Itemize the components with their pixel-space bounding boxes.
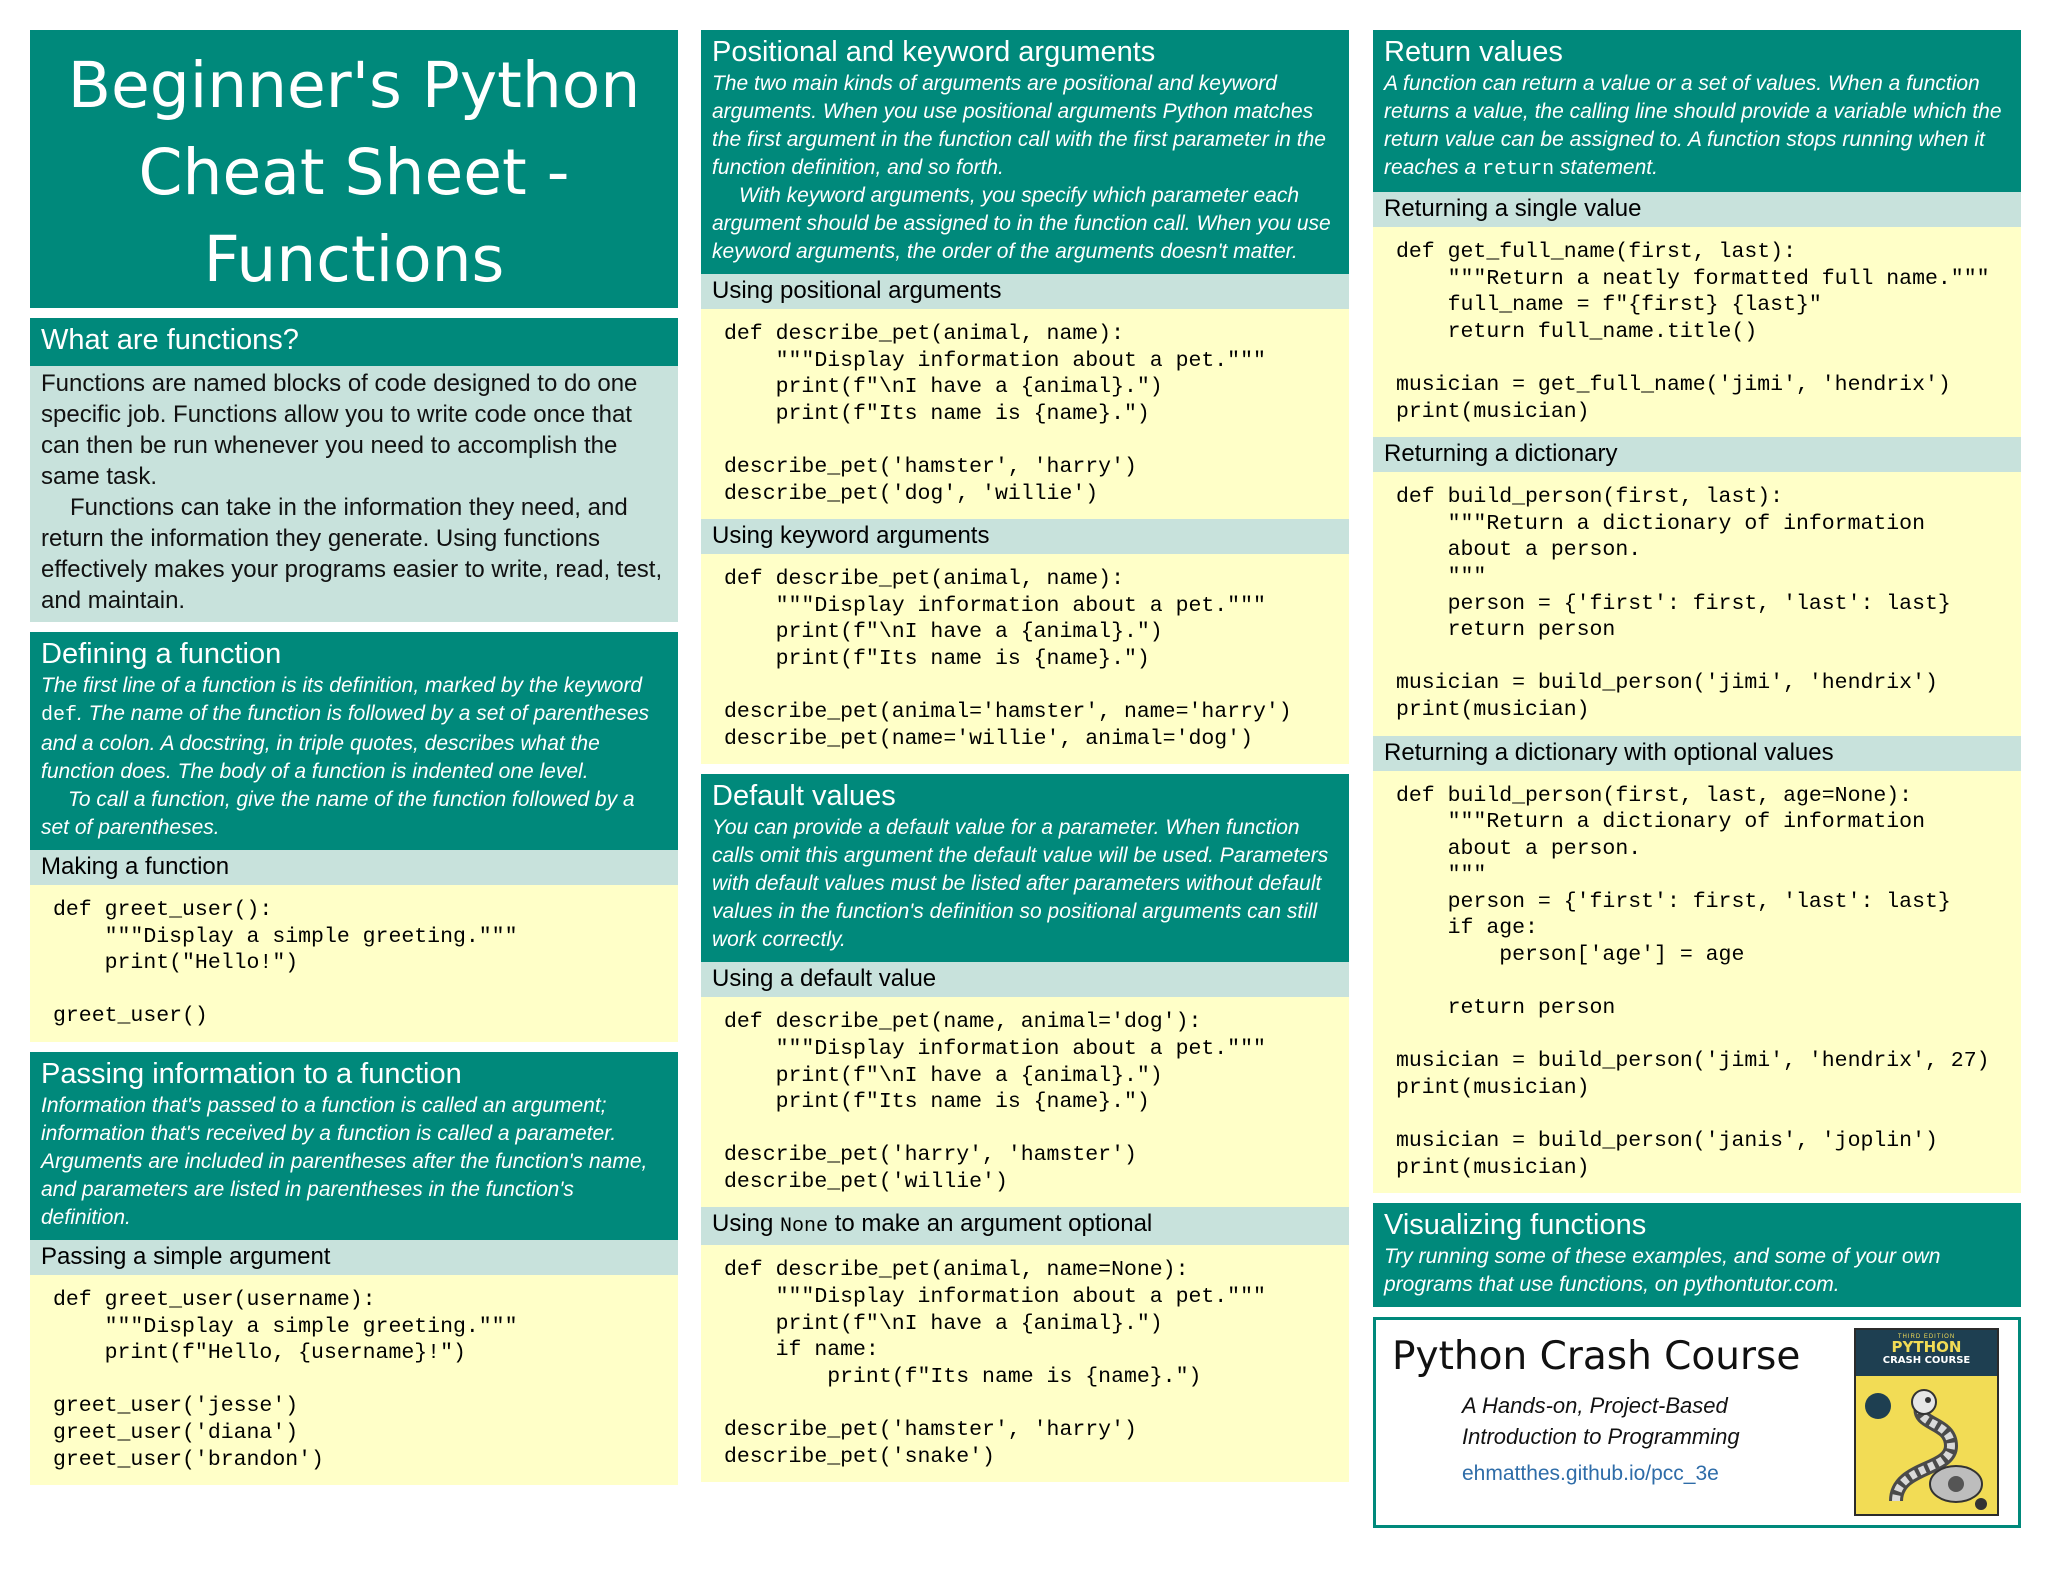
subsection-title: Making a function (30, 850, 678, 885)
code-block: def describe_pet(animal, name): """Displ… (701, 554, 1349, 765)
book-subtitle: A Hands-on, Project-Based Introduction t… (1462, 1390, 1740, 1452)
book-cover-subtitle: CRASH COURSE (1882, 1355, 1971, 1367)
subsection-title: Returning a single value (1373, 192, 2021, 227)
intro-paragraph: To call a function, give the name of the… (41, 788, 635, 839)
section-header: Positional and keyword arguments The two… (701, 30, 1349, 274)
section-return-values: Return values A function can return a va… (1373, 30, 2021, 1194)
book-title: Python Crash Course (1392, 1334, 1801, 1380)
section-default-values: Default values You can provide a default… (701, 774, 1349, 1483)
intro-paragraph: With keyword arguments, you specify whic… (712, 184, 1331, 263)
code-block: def build_person(first, last, age=None):… (1373, 770, 2021, 1194)
section-title: Defining a function (41, 638, 282, 670)
section-header: What are functions? (30, 318, 678, 366)
code-block: def greet_user(username): """Display a s… (30, 1274, 678, 1486)
subsection-title: Returning a dictionary with optional val… (1373, 735, 2021, 771)
section-header: Visualizing functions Try running some o… (1373, 1203, 2021, 1308)
intro-paragraph: You can provide a default value for a pa… (712, 816, 1329, 952)
code-block: def describe_pet(name, animal='dog'): ""… (701, 997, 1349, 1208)
robot-snake-illustration-icon (1856, 1376, 1997, 1515)
code-block: def build_person(first, last): """Return… (1373, 472, 2021, 736)
intro-paragraph: Try running some of these examples, and … (1384, 1245, 1941, 1297)
intro-paragraph: A function can return a value or a set o… (1384, 70, 2011, 184)
book-subtitle-line: Introduction to Programming (1462, 1424, 1740, 1450)
section-positional-keyword: Positional and keyword arguments The two… (701, 30, 1349, 765)
section-title: What are functions? (41, 324, 299, 356)
section-passing-information: Passing information to a function Inform… (30, 1051, 678, 1486)
paragraph: Functions can take in the information th… (41, 494, 663, 614)
code-block: def get_full_name(first, last): """Retur… (1373, 227, 2021, 438)
book-link[interactable]: ehmatthes.github.io/pcc_3e (1462, 1462, 1719, 1486)
page-title-line: Functions (203, 223, 505, 296)
code-block: def describe_pet(animal, name): """Displ… (701, 309, 1349, 520)
section-title: Return values (1384, 36, 1563, 68)
paragraph: Functions are named blocks of code desig… (41, 370, 638, 490)
subsection-text: Using (712, 1210, 781, 1238)
inline-code: return (1482, 158, 1555, 181)
book-cover-header: THIRD EDITION PYTHON CRASH COURSE (1856, 1330, 1997, 1377)
inline-code: None (780, 1215, 829, 1239)
intro-text: The first line of a function is its defi… (41, 674, 643, 697)
section-title: Positional and keyword arguments (712, 36, 1156, 68)
section-header: Return values A function can return a va… (1373, 30, 2021, 192)
section-body: Functions are named blocks of code desig… (30, 366, 678, 622)
intro-paragraph: The two main kinds of arguments are posi… (712, 72, 1326, 179)
column-left: Beginner's Python Cheat Sheet - Function… (30, 30, 678, 1495)
section-header: Default values You can provide a default… (701, 774, 1349, 963)
section-visualizing-functions: Visualizing functions Try running some o… (1373, 1203, 2021, 1308)
column-middle: Positional and keyword arguments The two… (701, 30, 1349, 1492)
section-title: Passing information to a function (41, 1057, 462, 1090)
section-header: Passing information to a function Inform… (30, 1051, 678, 1240)
book-cover-title: PYTHON (1891, 1338, 1962, 1357)
intro-text: . The name of the function is followed b… (41, 702, 650, 783)
column-right: Return values A function can return a va… (1373, 30, 2021, 1529)
page-title-line: Beginner's Python (67, 49, 641, 122)
subsection-title: Using None to make an argument optional (701, 1207, 1349, 1246)
code-block: def describe_pet(animal, name=None): """… (701, 1245, 1349, 1483)
subsection-text: to make an argument optional (828, 1210, 1153, 1238)
subsection-title: Returning a dictionary (1373, 437, 2021, 473)
intro-paragraph: The first line of a function is its defi… (41, 672, 668, 786)
intro-text: A function can return a value or a set o… (1384, 72, 2002, 179)
book-cover-image: THIRD EDITION PYTHON CRASH COURSE (1854, 1328, 1999, 1517)
intro-text: statement. (1554, 156, 1658, 179)
subsection-title: Using keyword arguments (701, 519, 1349, 555)
subsection-title: Using positional arguments (701, 274, 1349, 309)
inline-code: def (41, 704, 78, 727)
subsection-title: Using a default value (701, 962, 1349, 998)
section-header: Defining a function The first line of a … (30, 632, 678, 850)
code-block: def greet_user(): """Display a simple gr… (30, 885, 678, 1042)
section-defining-a-function: Defining a function The first line of a … (30, 632, 678, 1042)
page-title-line: Cheat Sheet - (138, 136, 570, 209)
intro-paragraph: Information that's passed to a function … (41, 1093, 648, 1229)
section-title: Visualizing functions (1384, 1209, 1647, 1242)
book-subtitle-line: A Hands-on, Project-Based (1462, 1393, 1728, 1419)
book-promo: Python Crash Course A Hands-on, Project-… (1373, 1317, 2021, 1529)
page-title: Beginner's Python Cheat Sheet - Function… (30, 30, 678, 308)
section-what-are-functions: What are functions? Functions are named … (30, 318, 678, 622)
section-title: Default values (712, 780, 896, 813)
subsection-title: Passing a simple argument (30, 1239, 678, 1275)
